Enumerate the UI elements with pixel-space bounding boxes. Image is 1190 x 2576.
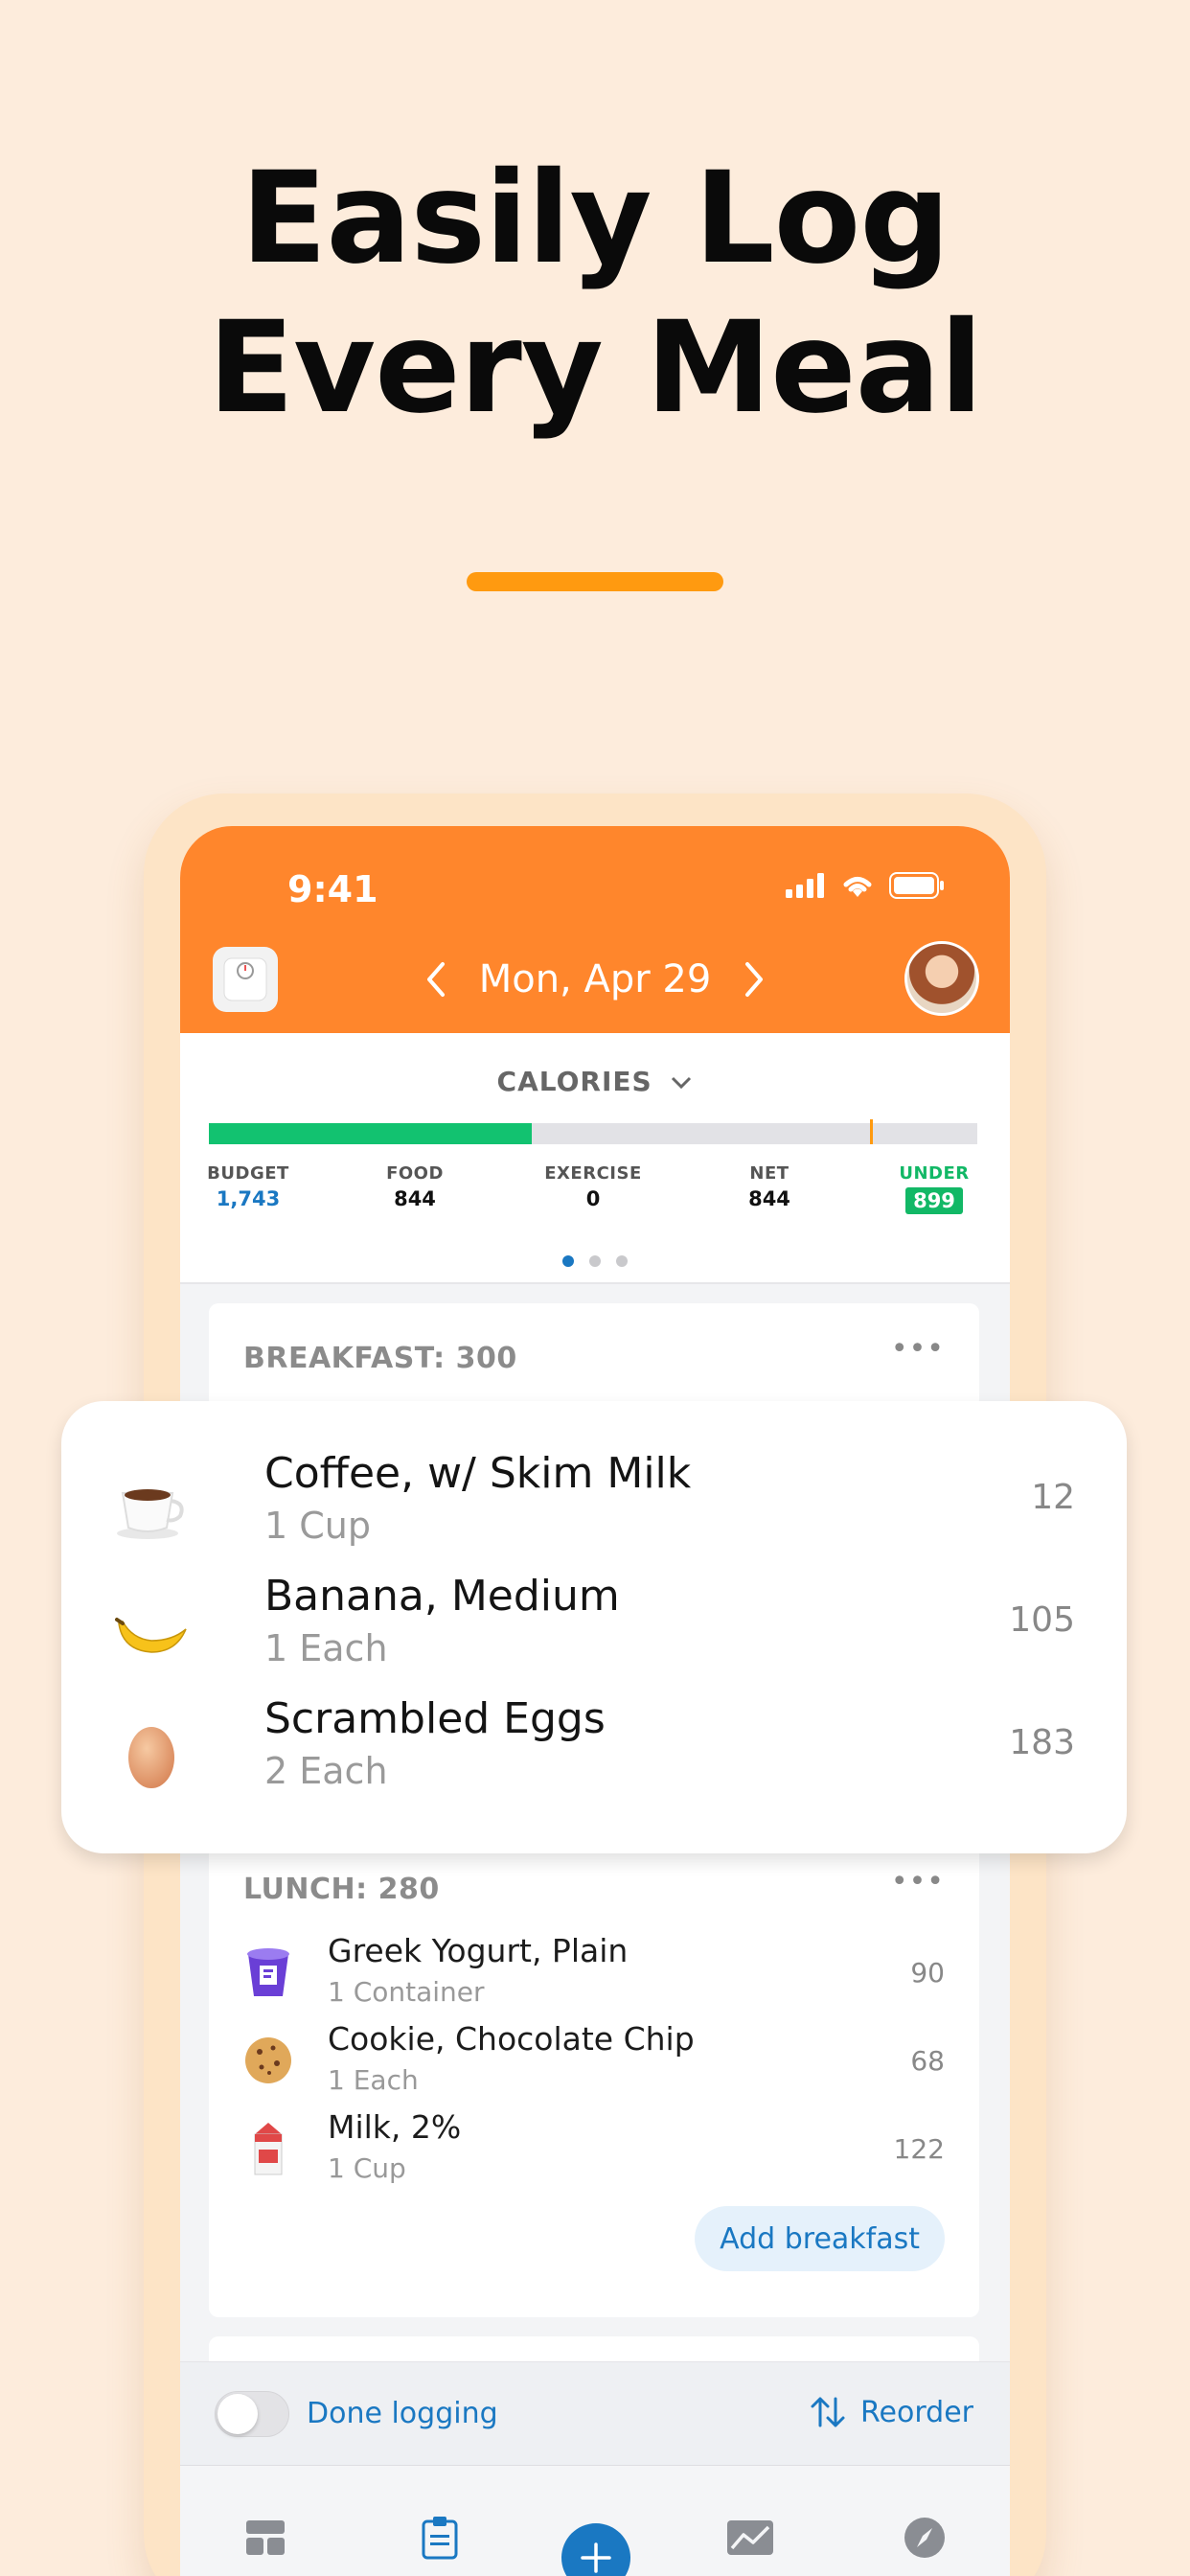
signal-icon (786, 873, 824, 898)
food-calories: 68 (910, 2045, 945, 2077)
lunch-more-icon[interactable]: ••• (891, 1865, 945, 1898)
status-icons (786, 872, 945, 899)
food-calories: 105 (1009, 1600, 1075, 1640)
breakfast-more-icon[interactable]: ••• (891, 1332, 945, 1366)
toggle-knob (217, 2394, 258, 2434)
date-nav-row: Mon, Apr 29 (180, 941, 1010, 1018)
food-row[interactable]: Cookie, Chocolate Chip 1 Each 68 (238, 2020, 950, 2108)
food-serving: 2 Each (264, 1750, 388, 1792)
budget-marker (869, 1119, 873, 1144)
food-row[interactable]: Coffee, w/ Skim Milk 1 Cup 12 (103, 1449, 1085, 1564)
headline-line-1: Easily Log (240, 145, 950, 292)
stat-net-value: 844 (748, 1187, 790, 1210)
breakfast-items-popout: Coffee, w/ Skim Milk 1 Cup 12 Banana, Me… (61, 1401, 1127, 1853)
stat-under: UNDER 899 (862, 1163, 1006, 1214)
lunch-title: LUNCH: 280 (243, 1873, 440, 1906)
food-name: Milk, 2% (328, 2108, 462, 2146)
page-dot[interactable] (589, 1255, 601, 1267)
cookie-icon (238, 2030, 299, 2091)
egg-icon (103, 1708, 199, 1804)
wifi-icon (843, 877, 872, 897)
date-navigator: Mon, Apr 29 (180, 941, 1010, 1018)
food-serving: 1 Each (328, 2064, 419, 2096)
stat-net-label: NET (749, 1163, 790, 1184)
reorder-button[interactable]: Reorder (809, 2393, 973, 2431)
food-calories: 122 (893, 2133, 945, 2165)
banana-icon (103, 1585, 199, 1681)
reorder-icon (811, 2397, 845, 2427)
food-name: Greek Yogurt, Plain (328, 1932, 629, 1969)
food-serving: 1 Each (264, 1627, 388, 1669)
yogurt-icon (238, 1942, 299, 2003)
calorie-stats: BUDGET 1,743 FOOD 844 EXERCISE 0 NET 844… (180, 1163, 1010, 1230)
headline-accent-bar (467, 572, 723, 591)
stat-exercise-label: EXERCISE (544, 1163, 642, 1184)
add-food-button[interactable]: Add breakfast (695, 2206, 945, 2271)
previous-day-button[interactable] (423, 960, 448, 999)
stat-budget: BUDGET 1,743 (180, 1163, 320, 1210)
food-row[interactable]: Greek Yogurt, Plain 1 Container 90 (238, 1932, 950, 2020)
stat-net: NET 844 (698, 1163, 841, 1210)
stat-food: FOOD 844 (343, 1163, 487, 1210)
profile-avatar[interactable] (904, 941, 979, 1016)
food-name: Coffee, w/ Skim Milk (264, 1449, 692, 1498)
breakfast-title: BREAKFAST: 300 (243, 1342, 517, 1375)
milk-carton-icon (238, 2118, 299, 2179)
headline: Easily Log Every Meal (0, 144, 1190, 443)
reorder-label: Reorder (860, 2395, 973, 2429)
stat-under-label: UNDER (899, 1163, 970, 1184)
food-calories: 183 (1009, 1723, 1075, 1762)
food-calories: 12 (1031, 1478, 1075, 1517)
stat-exercise-value: 0 (585, 1187, 601, 1210)
current-date[interactable]: Mon, Apr 29 (479, 957, 712, 1001)
food-row[interactable]: Milk, 2% 1 Cup 122 (238, 2108, 950, 2196)
food-name: Cookie, Chocolate Chip (328, 2020, 695, 2058)
dashboard-icon[interactable] (241, 2514, 289, 2562)
log-icon[interactable] (416, 2514, 464, 2562)
discover-icon[interactable] (901, 2514, 949, 2562)
food-name: Banana, Medium (264, 1572, 620, 1621)
stat-exercise: EXERCISE 0 (521, 1163, 665, 1210)
stat-budget-label: BUDGET (207, 1163, 289, 1184)
food-serving: 1 Cup (264, 1505, 371, 1547)
lunch-card: LUNCH: 280 ••• Greek Yogurt, Plain 1 Con… (209, 1842, 979, 2317)
calories-dropdown[interactable]: CALORIES (180, 1066, 1010, 1097)
food-calories: 90 (910, 1957, 945, 1989)
page-dot[interactable] (562, 1255, 574, 1267)
stat-under-value: 899 (905, 1187, 963, 1214)
breakfast-card: BREAKFAST: 300 ••• (209, 1303, 979, 1409)
add-icon[interactable] (561, 2523, 630, 2576)
food-name: Scrambled Eggs (264, 1694, 606, 1743)
battery-icon (889, 872, 944, 899)
stat-food-value: 844 (394, 1187, 436, 1210)
food-row[interactable]: Scrambled Eggs 2 Each 183 (103, 1694, 1085, 1809)
coffee-cup-icon (103, 1462, 199, 1558)
page-dot[interactable] (616, 1255, 628, 1267)
stat-budget-value: 1,743 (216, 1187, 281, 1210)
trends-icon[interactable] (726, 2514, 774, 2562)
status-time: 9:41 (287, 868, 378, 910)
done-logging-label[interactable]: Done logging (307, 2397, 498, 2430)
calorie-progress-fill (209, 1123, 532, 1144)
food-serving: 1 Cup (328, 2152, 406, 2184)
next-day-button[interactable] (742, 960, 767, 999)
stat-food-label: FOOD (386, 1163, 444, 1184)
food-serving: 1 Container (328, 1976, 485, 2008)
calorie-progress-track (209, 1119, 977, 1144)
top-bar: 9:41 Mon, Apr 29 (180, 826, 1010, 1033)
logging-bar: Done logging Reorder (180, 2361, 1010, 2465)
headline-line-2: Every Meal (207, 294, 983, 442)
calories-title: CALORIES (496, 1066, 652, 1097)
done-logging-toggle[interactable] (215, 2391, 289, 2437)
chevron-down-icon (672, 1076, 692, 1090)
tab-bar (180, 2465, 1010, 2576)
food-row[interactable]: Banana, Medium 1 Each 105 (103, 1572, 1085, 1687)
calories-panel: CALORIES BUDGET 1,743 FOOD 844 EXERCISE … (180, 1033, 1010, 1284)
page-indicator[interactable] (180, 1255, 1010, 1267)
